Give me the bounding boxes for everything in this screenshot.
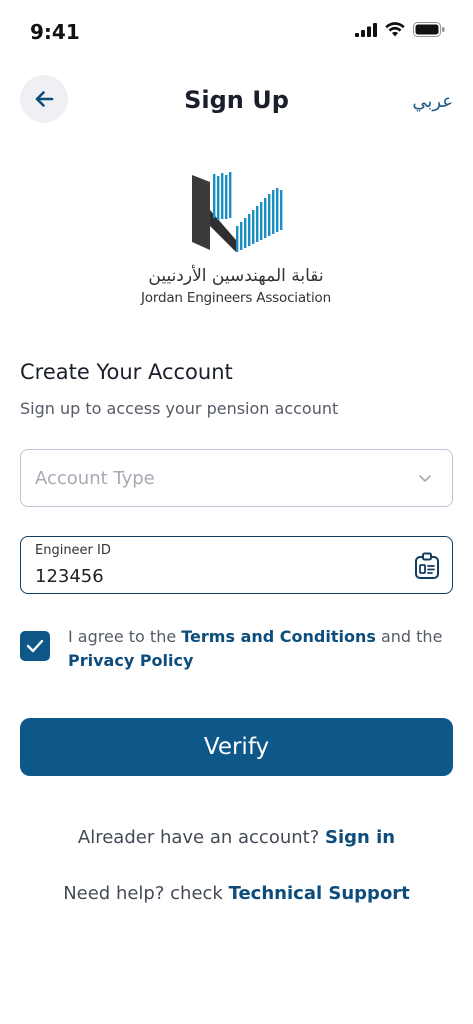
agree-checkbox[interactable] <box>20 631 50 661</box>
agreement-text: I agree to the Terms and Conditions and … <box>68 625 453 673</box>
signin-prompt: Alreader have an account? <box>77 827 320 848</box>
association-logo: نقابة المهندسين الأردنيين Jordan Enginee… <box>136 170 336 315</box>
logo-arabic-name: نقابة المهندسين الأردنيين <box>148 266 324 286</box>
engineer-id-label: Engineer ID <box>35 543 111 558</box>
logo-mark-icon <box>192 172 283 252</box>
form-subheading: Sign up to access your pension account <box>20 399 339 418</box>
agreement-prefix: I agree to the <box>68 627 177 646</box>
wifi-icon <box>385 22 405 37</box>
signin-link[interactable]: Sign in <box>325 827 395 848</box>
status-bar: 9:41 <box>0 0 473 60</box>
privacy-policy-link[interactable]: Privacy Policy <box>68 651 193 670</box>
page-title: Sign Up <box>184 86 289 114</box>
status-icons <box>355 22 445 37</box>
battery-icon <box>413 22 445 37</box>
engineer-id-input[interactable] <box>35 566 395 587</box>
account-type-select[interactable]: Account Type <box>20 449 453 507</box>
checkmark-icon <box>26 639 44 653</box>
engineer-id-field[interactable]: Engineer ID <box>20 536 453 594</box>
help-prompt-line: Need help? check Technical Support <box>0 883 473 904</box>
account-type-placeholder: Account Type <box>35 468 155 489</box>
cellular-signal-icon <box>355 22 377 37</box>
terms-link[interactable]: Terms and Conditions <box>181 627 376 646</box>
agreement-middle: and the <box>380 627 443 646</box>
verify-button[interactable]: Verify <box>20 718 453 776</box>
help-prompt: Need help? check <box>63 883 223 904</box>
id-card-icon[interactable] <box>414 552 440 580</box>
chevron-down-icon <box>419 475 431 482</box>
status-time: 9:41 <box>30 20 80 44</box>
signin-prompt-line: Alreader have an account? Sign in <box>0 827 473 848</box>
form-heading: Create Your Account <box>20 360 233 384</box>
language-toggle-link[interactable]: عربي <box>412 91 453 112</box>
logo-english-name: Jordan Engineers Association <box>141 290 331 306</box>
technical-support-link[interactable]: Technical Support <box>229 883 410 904</box>
